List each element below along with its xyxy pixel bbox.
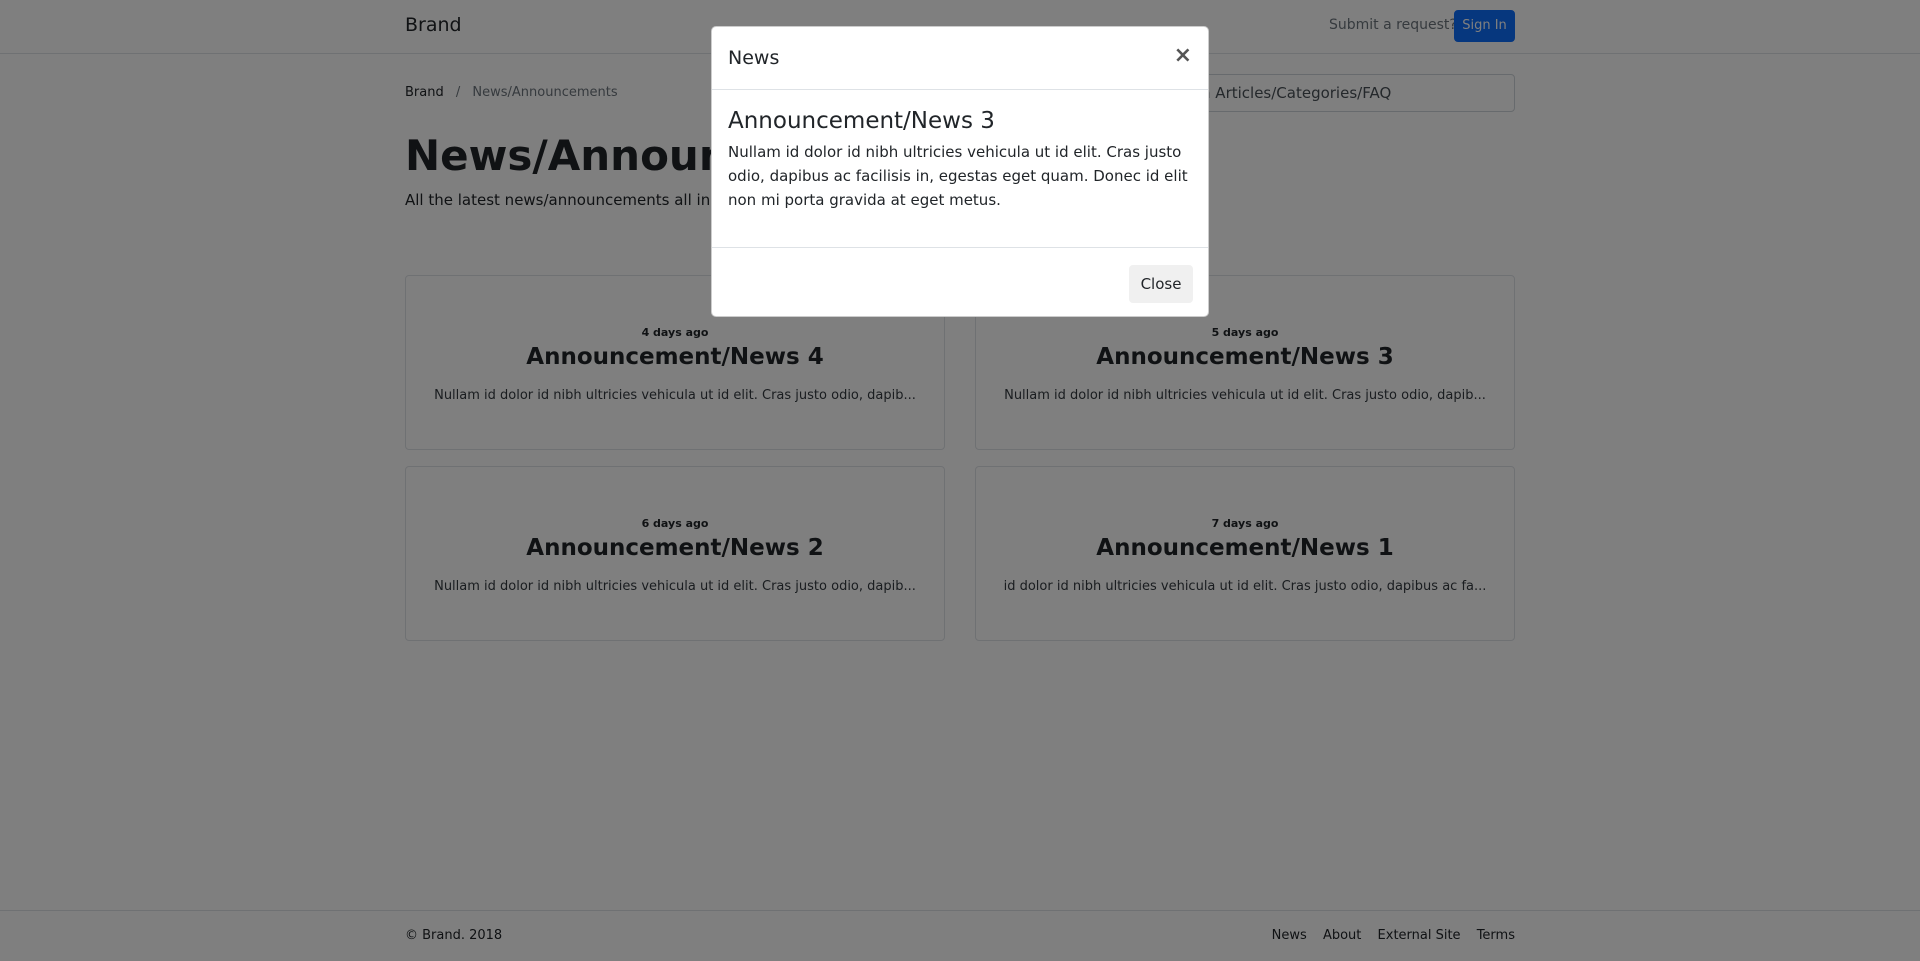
modal-news-text: Nullam id dolor id nibh ultricies vehicu… xyxy=(728,143,1188,209)
modal-header: News × xyxy=(712,27,1208,90)
news-modal: News × Announcement/News 3 Nullam id dol… xyxy=(711,26,1209,317)
modal-news-title: Announcement/News 3 xyxy=(728,108,995,134)
modal-body: Announcement/News 3 Nullam id dolor id n… xyxy=(728,108,1192,212)
close-button[interactable]: Close xyxy=(1129,265,1193,303)
close-icon[interactable]: × xyxy=(1174,43,1192,68)
modal-footer: Close xyxy=(712,247,1208,317)
modal-title: News xyxy=(728,47,780,69)
